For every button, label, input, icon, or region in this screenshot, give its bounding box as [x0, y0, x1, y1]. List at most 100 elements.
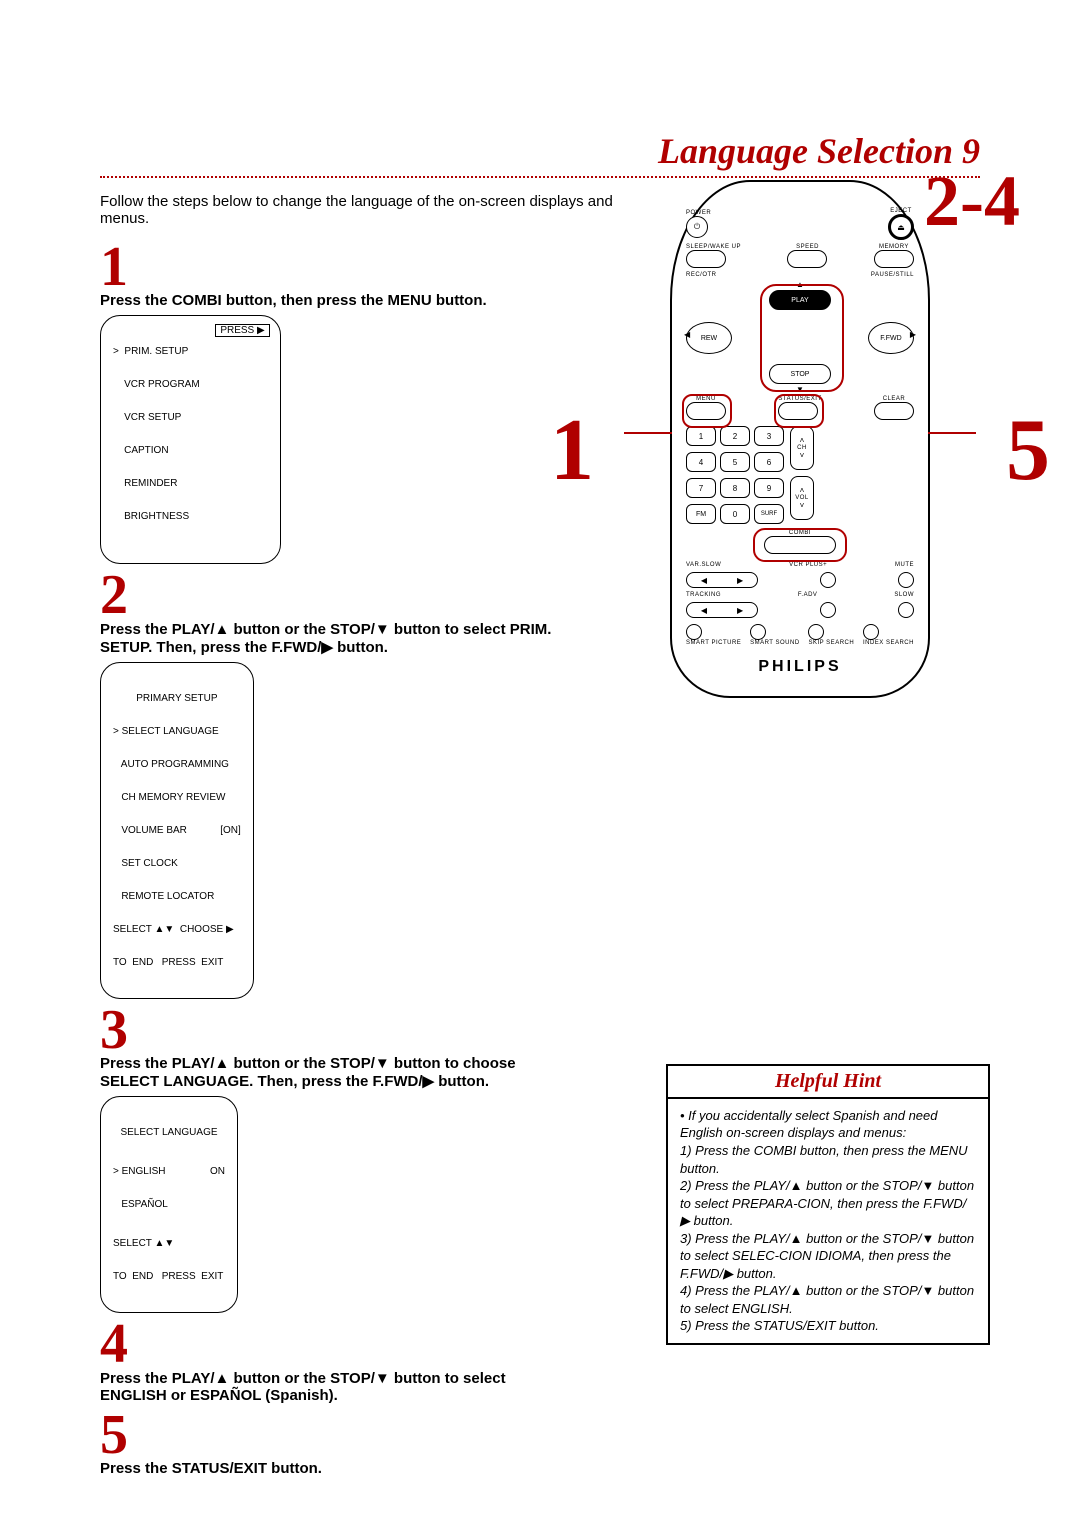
step-2-text: Press the PLAY/▲ button or the STOP/▼ bu… [100, 621, 570, 656]
osd1-l4: CAPTION [113, 445, 200, 456]
ch-rocker[interactable]: ˄ CH ˅ [790, 426, 814, 470]
osd-menu-3: SELECT LANGUAGE > ENGLISH ON ESPAÑOL SEL… [100, 1096, 238, 1313]
memory-button[interactable] [874, 250, 914, 268]
fadv-button[interactable] [820, 602, 836, 618]
step-4-text: Press the PLAY/▲ button or the STOP/▼ bu… [100, 1370, 570, 1404]
speed-button[interactable] [787, 250, 827, 268]
hint-title: Helpful Hint [668, 1066, 988, 1099]
step-number-5: 5 [100, 1410, 980, 1460]
key-6-label: 6 [767, 458, 771, 467]
key-5-label: 5 [733, 458, 737, 467]
power-label: POWER [686, 210, 711, 216]
mute-button[interactable] [898, 572, 914, 588]
brand-logo: PHILIPS [686, 658, 914, 676]
eject-button[interactable]: ⏏ [888, 214, 914, 240]
vol-up-icon: ˄ [800, 486, 805, 495]
callout-5-line [928, 432, 976, 434]
fm-button[interactable]: FM [686, 504, 716, 524]
mute-label: MUTE [895, 562, 914, 568]
helpful-hint-box: Helpful Hint • If you accidentally selec… [666, 1064, 990, 1345]
osd2-l5: SET CLOCK [113, 858, 241, 869]
numeric-keypad: 1 2 3 4 5 6 7 8 9 FM 0 SURF [686, 426, 782, 524]
key-9-label: 9 [767, 484, 771, 493]
eject-icon: ⏏ [897, 223, 905, 232]
key-7[interactable]: 7 [686, 478, 716, 498]
slow-button[interactable] [898, 602, 914, 618]
callout-1: 1 [550, 400, 594, 501]
ch-down-icon: ˅ [800, 451, 805, 460]
indexsearch-label: INDEX SEARCH [863, 640, 914, 646]
osd3-l1: > ENGLISH ON [113, 1166, 225, 1177]
step-3-text: Press the PLAY/▲ button or the STOP/▼ bu… [100, 1055, 570, 1090]
key-8[interactable]: 8 [720, 478, 750, 498]
index-search-button[interactable] [863, 624, 879, 640]
tracking-rocker[interactable]: ◀ ▶ [686, 602, 758, 618]
key-2[interactable]: 2 [720, 426, 750, 446]
osd1-l1: > PRIM. SETUP [113, 346, 200, 357]
osd3-f1: SELECT ▲▼ [113, 1238, 225, 1249]
clear-label: CLEAR [874, 396, 914, 402]
osd2-l2: AUTO PROGRAMMING [113, 759, 241, 770]
key-0-label: 0 [733, 510, 737, 519]
osd2-hdr: PRIMARY SETUP [113, 693, 241, 704]
step-5-text: Press the STATUS/EXIT button. [100, 1460, 570, 1477]
surf-button[interactable]: SURF [754, 504, 784, 524]
osd-menu-2: PRIMARY SETUP > SELECT LANGUAGE AUTO PRO… [100, 662, 254, 999]
key-1[interactable]: 1 [686, 426, 716, 446]
dotted-rule [100, 176, 980, 178]
highlight-menu [682, 394, 732, 428]
vcrplus-label: VCR PLUS+ [789, 562, 827, 568]
clear-button[interactable] [874, 402, 914, 420]
memory-label: MEMORY [874, 244, 914, 250]
key-1-label: 1 [699, 432, 703, 441]
key-3-label: 3 [767, 432, 771, 441]
vol-down-icon: ˅ [800, 501, 805, 510]
vol-rocker[interactable]: ˄ VOL ˅ [790, 476, 814, 520]
power-button[interactable]: ⏻ [686, 216, 708, 238]
callout-1-line [624, 432, 672, 434]
page-title: Language Selection 9 [100, 130, 980, 172]
left-triangle-icon: ◀ [684, 330, 690, 339]
varslow-label: VAR.SLOW [686, 562, 721, 568]
sleep-label: SLEEP/WAKE UP [686, 244, 741, 250]
speed-label: SPEED [787, 244, 827, 250]
rew-button[interactable]: REW [686, 322, 732, 354]
osd2-l1: > SELECT LANGUAGE [113, 726, 241, 737]
key-5[interactable]: 5 [720, 452, 750, 472]
rew-label: REW [701, 335, 717, 342]
osd1-l5: REMINDER [113, 478, 200, 489]
tracking-label: TRACKING [686, 592, 721, 598]
osd2-f2: TO END PRESS EXIT [113, 957, 241, 968]
skip-search-button[interactable] [808, 624, 824, 640]
smart-sound-button[interactable] [750, 624, 766, 640]
right-triangle-icon: ▶ [910, 330, 916, 339]
key-3[interactable]: 3 [754, 426, 784, 446]
osd1-press: PRESS ▶ [215, 324, 269, 337]
key-0[interactable]: 0 [720, 504, 750, 524]
varslow-rocker[interactable]: ◀ ▶ [686, 572, 758, 588]
varslow-right-icon: ▶ [737, 576, 743, 585]
key-8-label: 8 [733, 484, 737, 493]
key-9[interactable]: 9 [754, 478, 784, 498]
osd3-l2: ESPAÑOL [113, 1199, 225, 1210]
key-4[interactable]: 4 [686, 452, 716, 472]
highlight-combi [753, 528, 847, 562]
osd1-l3: VCR SETUP [113, 412, 200, 423]
sleep-button[interactable] [686, 250, 726, 268]
smart-picture-button[interactable] [686, 624, 702, 640]
power-icon: ⏻ [694, 222, 700, 232]
key-7-label: 7 [699, 484, 703, 493]
recotr-label: REC/OTR [686, 272, 717, 278]
ffwd-button[interactable]: F.FWD [868, 322, 914, 354]
osd3-f2: TO END PRESS EXIT [113, 1271, 225, 1282]
osd3-hdr: SELECT LANGUAGE [113, 1127, 225, 1138]
skipsearch-label: SKIP SEARCH [808, 640, 854, 646]
vcrplus-button[interactable] [820, 572, 836, 588]
transport-cluster: PLAY ▲ STOP ▼ REW ◀ F.FWD ▶ [686, 282, 914, 392]
key-6[interactable]: 6 [754, 452, 784, 472]
key-2-label: 2 [733, 432, 737, 441]
callout-5: 5 [1006, 400, 1050, 501]
osd2-l4: VOLUME BAR [ON] [113, 825, 241, 836]
step-number-3: 3 [100, 1005, 980, 1055]
osd-menu-1: > PRIM. SETUP VCR PROGRAM VCR SETUP CAPT… [100, 315, 281, 564]
